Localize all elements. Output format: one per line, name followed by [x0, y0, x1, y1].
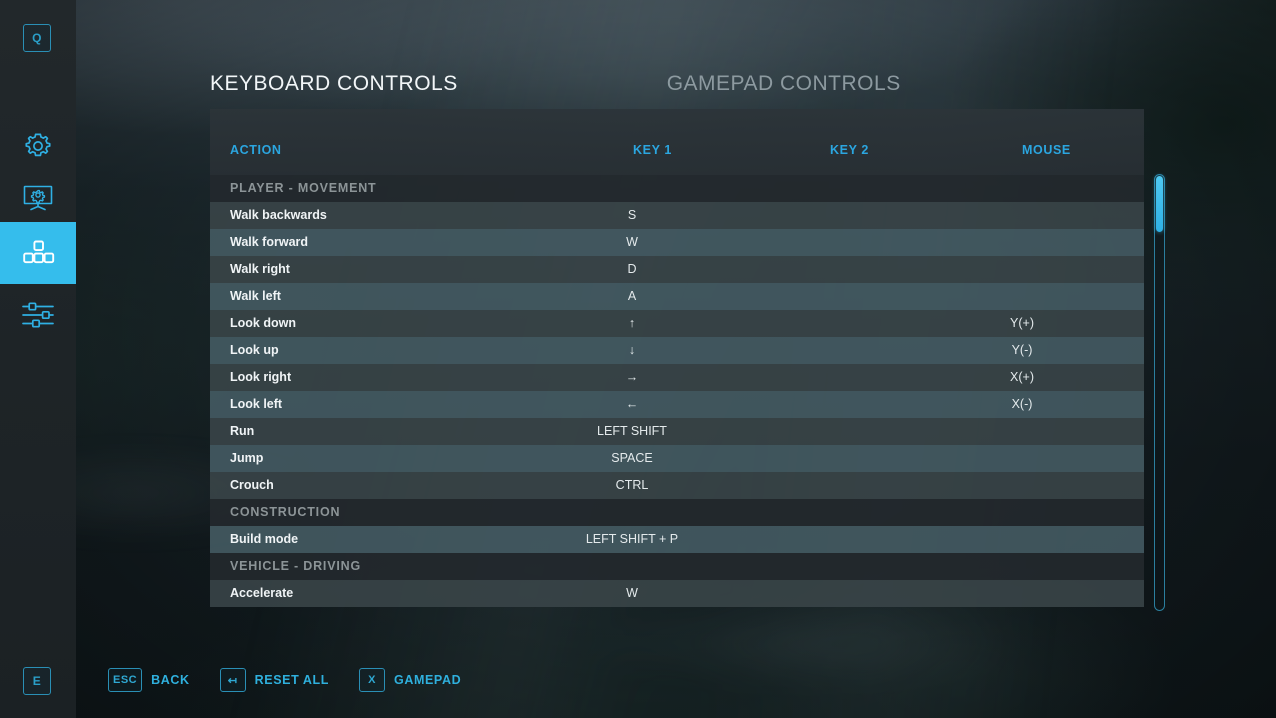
row-action-label: Look down [230, 316, 296, 330]
controls-tabs: KEYBOARD CONTROLS GAMEPAD CONTROLS [210, 72, 901, 96]
table-row[interactable]: Build mode LEFT SHIFT + P [210, 526, 1144, 553]
row-action-label: Walk backwards [230, 208, 327, 222]
sidebar-item-controls[interactable] [0, 222, 76, 284]
table-section-header: PLAYER - MOVEMENT [210, 175, 1144, 202]
controls-settings-panel: KEYBOARD CONTROLS GAMEPAD CONTROLS ACTIO… [0, 0, 1276, 718]
row-key1-value[interactable]: SPACE [532, 445, 732, 472]
sidebar-item-audio[interactable] [0, 284, 76, 346]
action-hint-gamepad[interactable]: X GAMEPAD [359, 668, 461, 692]
row-key1-value[interactable]: W [532, 580, 732, 607]
row-action-label: Look right [230, 370, 292, 384]
row-action-label: Walk left [230, 289, 281, 303]
row-key1-value[interactable]: LEFT SHIFT [532, 418, 732, 445]
key-badge-q-label: Q [32, 31, 42, 45]
key-grid-icon [21, 239, 55, 267]
row-action-label: Walk right [230, 262, 290, 276]
tab-keyboard-controls[interactable]: KEYBOARD CONTROLS [210, 72, 458, 96]
row-mouse-value[interactable]: X(+) [922, 364, 1122, 391]
row-action-label: Walk forward [230, 235, 309, 249]
action-hint-label: BACK [151, 673, 190, 687]
row-action-label: Build mode [230, 532, 299, 546]
table-scrollbar-thumb[interactable] [1156, 176, 1163, 233]
table-row[interactable]: Walk left A [210, 283, 1144, 310]
column-header-action: ACTION [230, 143, 282, 157]
table-row[interactable]: Walk right D [210, 256, 1144, 283]
backspace-arrow-icon: ↤ [219, 668, 246, 692]
table-row[interactable]: Look down ↑ Y(+) [210, 310, 1144, 337]
key-badge-e-label: E [32, 674, 42, 688]
key-badge-e[interactable]: E [23, 667, 51, 695]
table-row[interactable]: Run LEFT SHIFT [210, 418, 1144, 445]
table-row[interactable]: Accelerate W [210, 580, 1144, 607]
column-header-mouse: MOUSE [1022, 143, 1071, 157]
key-cap-esc: ESC [108, 668, 143, 692]
row-mouse-value[interactable]: Y(-) [922, 337, 1122, 364]
row-action-label: Look left [230, 397, 283, 411]
action-hint-back[interactable]: ESC BACK [108, 668, 190, 692]
action-hint-bar: ESC BACK ↤ RESET ALL X GAMEPAD [108, 667, 491, 693]
row-action-label: Accelerate [230, 586, 294, 600]
monitor-gear-icon [22, 184, 54, 212]
key-cap-x: X [359, 668, 386, 692]
table-section-header: CONSTRUCTION [210, 499, 1144, 526]
column-header-key1: KEY 1 [633, 143, 672, 157]
row-action-label: Look up [230, 343, 279, 357]
table-row[interactable]: Look right → X(+) [210, 364, 1144, 391]
sidebar-item-graphics[interactable] [0, 167, 76, 229]
table-section-header: VEHICLE - DRIVING [210, 553, 1144, 580]
table-row[interactable]: Look up ↓ Y(-) [210, 337, 1144, 364]
action-hint-reset-all[interactable]: ↤ RESET ALL [219, 668, 330, 692]
key-badge-q[interactable]: Q [23, 24, 51, 52]
table-body: PLAYER - MOVEMENT Walk backwards S Walk for… [210, 175, 1144, 607]
row-key1-value[interactable]: LEFT SHIFT + P [532, 526, 732, 553]
table-row[interactable]: Crouch CTRL [210, 472, 1144, 499]
row-key1-value[interactable]: CTRL [532, 472, 732, 499]
row-action-label: Crouch [230, 478, 274, 492]
row-key1-value[interactable]: ↑ [532, 310, 732, 337]
gear-icon [21, 129, 55, 163]
table-scrollbar-track[interactable] [1154, 174, 1165, 611]
sidebar-nav: Q E [0, 0, 76, 718]
row-key1-value[interactable]: A [532, 283, 732, 310]
table-row[interactable]: Jump SPACE [210, 445, 1144, 472]
row-action-label: Run [230, 424, 255, 438]
action-hint-label: RESET ALL [254, 673, 330, 687]
row-key1-value[interactable]: W [532, 229, 732, 256]
row-mouse-value[interactable]: X(-) [922, 391, 1122, 418]
row-key1-value[interactable]: D [532, 256, 732, 283]
tab-gamepad-controls[interactable]: GAMEPAD CONTROLS [667, 72, 901, 96]
row-mouse-value[interactable]: Y(+) [922, 310, 1122, 337]
table-row[interactable]: Walk backwards S [210, 202, 1144, 229]
controls-table: ACTION KEY 1 KEY 2 MOUSE PLAYER - MOVEME… [210, 109, 1144, 612]
table-header-row: ACTION KEY 1 KEY 2 MOUSE [210, 109, 1144, 175]
row-action-label: Jump [230, 451, 264, 465]
table-row[interactable]: Walk forward W [210, 229, 1144, 256]
column-header-key2: KEY 2 [830, 143, 869, 157]
action-hint-label: GAMEPAD [394, 673, 462, 687]
table-row[interactable]: Look left ← X(-) [210, 391, 1144, 418]
row-key1-value[interactable]: S [532, 202, 732, 229]
sliders-icon [21, 300, 55, 330]
row-key1-value[interactable]: ↓ [532, 337, 732, 364]
row-key1-value[interactable]: ← [532, 391, 732, 418]
row-key1-value[interactable]: → [532, 364, 732, 391]
